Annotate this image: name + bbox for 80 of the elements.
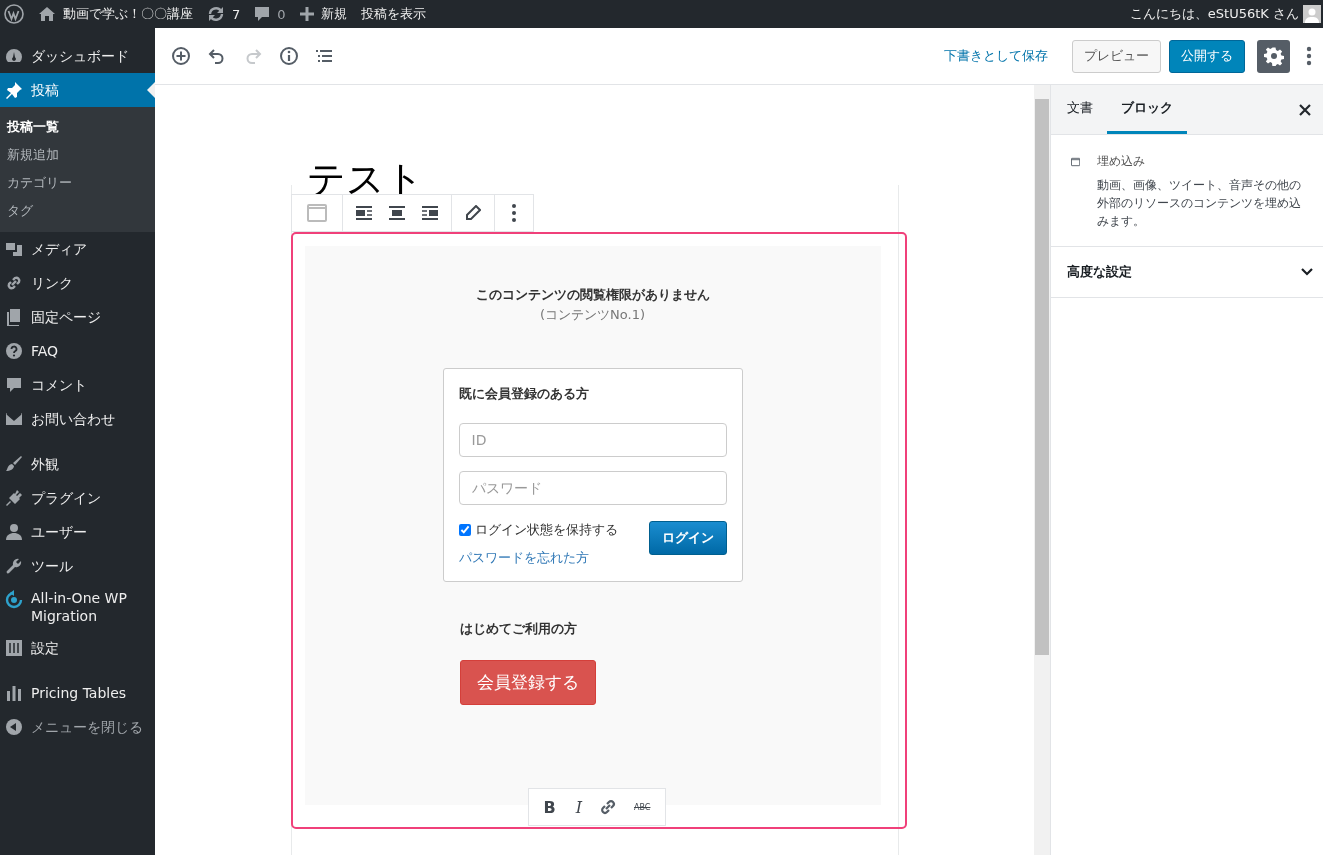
restriction-heading: このコンテンツの閲覧権限がありません	[475, 286, 710, 304]
submenu-item[interactable]: 新規追加	[0, 141, 155, 169]
link-icon[interactable]	[599, 798, 618, 816]
site-name-link[interactable]: 動画で学ぶ！〇〇講座	[38, 5, 193, 23]
submenu-item[interactable]: 投稿一覧	[0, 113, 155, 141]
sidebar-item[interactable]: ツール	[0, 549, 155, 583]
bold-button[interactable]: B	[540, 797, 559, 817]
sidebar-item[interactable]: FAQ	[0, 334, 155, 368]
register-button[interactable]: 会員登録する	[459, 660, 596, 705]
content-number: (コンテンツNo.1)	[540, 306, 645, 324]
login-card-title: 既に会員登録のある方	[458, 385, 590, 403]
strikethrough-button[interactable]: ABC	[631, 802, 654, 812]
scrollbar-thumb[interactable]	[1035, 99, 1049, 655]
more-options-icon[interactable]	[510, 203, 517, 223]
comment-icon	[4, 375, 24, 395]
wrench-icon	[4, 556, 24, 576]
plus-icon	[299, 7, 314, 21]
save-draft-link[interactable]: 下書きとして保存	[944, 47, 1048, 65]
submenu-item[interactable]: タグ	[0, 197, 155, 225]
block-name: 埋め込み	[1097, 153, 1147, 170]
question-icon	[4, 341, 24, 361]
settings-icon	[1263, 46, 1284, 66]
chevron-icon	[1301, 268, 1313, 276]
sidebar-item[interactable]: コメント	[0, 368, 155, 402]
align-right-icon[interactable]	[421, 206, 438, 220]
advanced-settings-toggle[interactable]: 高度な設定	[1051, 247, 1323, 298]
sidebar-item[interactable]: 設定	[0, 631, 155, 665]
sidebar-item[interactable]: お問い合わせ	[0, 402, 155, 436]
greeting-link[interactable]: こんにちは、eStU56tK さん	[1129, 5, 1299, 23]
sidebar-item[interactable]: リンク	[0, 266, 155, 300]
view-post-link[interactable]: 投稿を表示	[360, 5, 426, 23]
wordpress-logo-icon[interactable]	[4, 4, 24, 24]
id-field[interactable]: ID	[458, 423, 727, 457]
settings-button[interactable]	[1257, 39, 1290, 73]
block-description: 動画、画像、ツイート、音声その他の外部のリソースのコンテンツを埋め込みます。	[1097, 177, 1303, 230]
user-icon	[4, 522, 24, 542]
preview-button[interactable]: プレビュー	[1072, 39, 1161, 73]
sidebar-item[interactable]: All-in-One WP Migration	[0, 583, 155, 631]
sidebar-item[interactable]: 投稿	[0, 73, 155, 107]
pencil-icon[interactable]	[464, 205, 481, 221]
remember-checkbox[interactable]	[458, 524, 471, 536]
forgot-password-link[interactable]: パスワードを忘れた方	[458, 549, 618, 567]
panel-tab[interactable]: ブロック	[1107, 85, 1187, 134]
bar-chart-icon	[4, 683, 24, 703]
new-content-link[interactable]: 新規	[299, 5, 347, 23]
home-icon	[38, 6, 56, 22]
login-button[interactable]: ログイン	[648, 521, 727, 555]
sidebar-item[interactable]: 外観	[0, 447, 155, 481]
brush-icon	[4, 454, 24, 474]
sidebar-item[interactable]: Pricing Tables	[0, 676, 155, 710]
sidebar-item[interactable]: 固定ページ	[0, 300, 155, 334]
collapse-icon	[4, 717, 24, 737]
info-icon[interactable]	[279, 46, 299, 66]
close-icon[interactable]	[1299, 104, 1311, 116]
pushpin-icon	[4, 80, 24, 100]
comment-icon	[254, 6, 271, 22]
new-user-title: はじめてご利用の方	[459, 620, 578, 638]
refresh-icon	[207, 6, 225, 22]
submenu-item[interactable]: カテゴリー	[0, 169, 155, 197]
updates-link[interactable]: 7	[207, 6, 241, 22]
panel-tab[interactable]: 文書	[1053, 85, 1107, 134]
plug-icon	[4, 488, 24, 508]
comments-link[interactable]: 0	[254, 6, 286, 22]
sidebar-item[interactable]: プラグイン	[0, 481, 155, 515]
remember-label: ログイン状態を保持する	[474, 521, 618, 539]
refresh-icon	[4, 590, 24, 610]
sidebar-item[interactable]: メディア	[0, 232, 155, 266]
align-center-icon[interactable]	[388, 206, 405, 220]
collapse-menu-button[interactable]: メニューを閉じる	[0, 710, 155, 744]
password-field[interactable]: パスワード	[458, 471, 727, 505]
current-menu-pointer-icon	[147, 82, 155, 98]
outline-list-icon[interactable]	[315, 48, 333, 64]
align-left-icon[interactable]	[355, 206, 372, 220]
embed-block[interactable]: このコンテンツの閲覧権限がありません (コンテンツNo.1) 既に会員登録のある方 ID パスワード ログイン状態を保持する パスワードを忘れた方 ログイン はじめてご利用の方 会員登録する B I ABC	[290, 232, 907, 829]
italic-button[interactable]: I	[572, 797, 586, 817]
sidebar-item[interactable]: ユーザー	[0, 515, 155, 549]
more-options-icon[interactable]	[1306, 46, 1312, 66]
publish-button[interactable]: 公開する	[1169, 39, 1245, 73]
sidebar-item[interactable]: ダッシュボード	[0, 39, 155, 73]
add-block-icon[interactable]	[171, 46, 191, 66]
